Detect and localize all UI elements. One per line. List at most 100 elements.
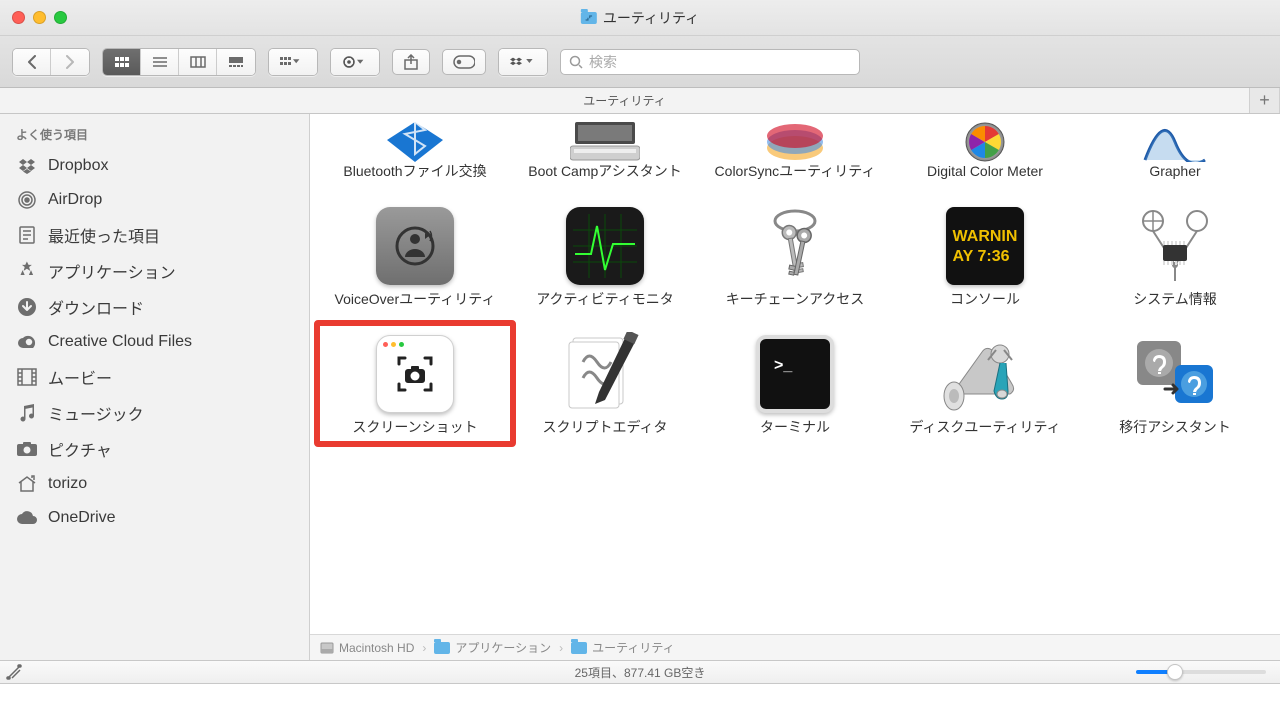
sidebar-item-applications[interactable]: アプリケーション (0, 253, 309, 289)
sidebar-item-airdrop[interactable]: AirDrop (0, 183, 309, 217)
icon-view-button[interactable] (103, 49, 141, 75)
window-title: ユーティリティ (581, 8, 699, 28)
app-icon (747, 118, 843, 162)
sidebar-item-label: Creative Cloud Files (48, 333, 192, 351)
music-icon (16, 402, 38, 424)
sidebar-item-dropbox[interactable]: Dropbox (0, 149, 309, 183)
app-label: 移行アシスタント (1117, 418, 1232, 436)
app-label: スクリーンショット (350, 418, 479, 436)
app-disk-utility[interactable]: ディスクユーティリティ (890, 326, 1080, 440)
tab-label: ユーティリティ (583, 92, 666, 109)
sidebar-item-music[interactable]: ミュージック (0, 395, 309, 431)
dropbox-icon (16, 155, 38, 177)
app-icon (367, 330, 463, 418)
pictures-icon (16, 438, 38, 460)
group-menu[interactable] (268, 48, 318, 76)
column-view-button[interactable] (179, 49, 217, 75)
close-button[interactable] (12, 11, 25, 24)
app-icon (1127, 118, 1223, 162)
sidebar-item-pictures[interactable]: ピクチャ (0, 431, 309, 467)
app-terminal[interactable]: >_ ターミナル (700, 326, 890, 440)
minimize-button[interactable] (33, 11, 46, 24)
app-label: Bluetoothファイル交換 (341, 162, 488, 180)
app-activity-monitor[interactable]: アクティビティモニタ (510, 198, 700, 312)
console-text: AY 7:36 (953, 248, 1010, 265)
path-label: Macintosh HD (339, 641, 414, 655)
search-field[interactable] (560, 49, 860, 75)
search-input[interactable] (589, 54, 851, 70)
tag-button[interactable] (442, 49, 486, 75)
zoom-button[interactable] (54, 11, 67, 24)
path-crumb-applications[interactable]: アプリケーション (434, 639, 551, 656)
sidebar-item-home[interactable]: torizo (0, 467, 309, 501)
app-label: Grapher (1147, 162, 1202, 180)
movies-icon (16, 366, 38, 388)
dropbox-menu[interactable] (498, 48, 548, 76)
applications-icon (16, 260, 38, 282)
sidebar-item-label: AirDrop (48, 191, 102, 209)
app-icon (937, 118, 1033, 162)
icon-size-slider[interactable] (1136, 670, 1266, 674)
app-bluetooth-file-exchange[interactable]: Bluetoothファイル交換 (320, 114, 510, 184)
app-label: Boot Campアシスタント (526, 162, 683, 180)
app-voiceover-utility[interactable]: VoiceOverユーティリティ (320, 198, 510, 312)
new-tab-button[interactable]: + (1250, 88, 1280, 113)
app-system-information[interactable]: システム情報 (1080, 198, 1270, 312)
app-bootcamp-assistant[interactable]: Boot Campアシスタント (510, 114, 700, 184)
view-buttons (102, 48, 256, 76)
app-icon: WARNIN AY 7:36 (937, 202, 1033, 290)
sidebar-item-recents[interactable]: 最近使った項目 (0, 217, 309, 253)
back-button[interactable] (13, 49, 51, 75)
recents-icon (16, 224, 38, 246)
app-label: コンソール (948, 290, 1022, 308)
app-keychain-access[interactable]: キーチェーンアクセス (700, 198, 890, 312)
sidebar-item-label: ミュージック (48, 401, 144, 425)
action-menu[interactable] (330, 48, 380, 76)
app-script-editor[interactable]: スクリプトエディタ (510, 326, 700, 440)
disk-icon (320, 641, 334, 655)
sidebar-item-label: ピクチャ (48, 437, 112, 461)
app-migration-assistant[interactable]: 移行アシスタント (1080, 326, 1270, 440)
app-icon (1127, 202, 1223, 290)
share-button[interactable] (392, 49, 430, 75)
folder-icon (434, 642, 450, 654)
app-label: ディスクユーティリティ (907, 418, 1062, 436)
app-label: VoiceOverユーティリティ (333, 290, 498, 308)
app-grapher[interactable]: Grapher (1080, 114, 1270, 184)
list-view-button[interactable] (141, 49, 179, 75)
sidebar-item-label: 最近使った項目 (48, 223, 160, 247)
app-icon (367, 202, 463, 290)
sidebar-item-downloads[interactable]: ダウンロード (0, 289, 309, 325)
gallery-view-button[interactable] (217, 49, 255, 75)
sidebar-item-label: OneDrive (48, 509, 116, 527)
content-area: Bluetoothファイル交換 Boot Campアシスタント ColorSyn… (310, 114, 1280, 660)
tab-utilities[interactable]: ユーティリティ (0, 88, 1250, 113)
path-crumb-disk[interactable]: Macintosh HD (320, 641, 414, 655)
tab-bar: ユーティリティ + (0, 88, 1280, 114)
app-icon (1127, 330, 1223, 418)
icon-grid: Bluetoothファイル交換 Boot Campアシスタント ColorSyn… (320, 114, 1270, 441)
app-icon: >_ (747, 330, 843, 418)
status-bar: 25項目、877.41 GB空き (0, 660, 1280, 684)
app-console[interactable]: WARNIN AY 7:36 コンソール (890, 198, 1080, 312)
sidebar-item-label: torizo (48, 475, 87, 493)
sidebar-item-movies[interactable]: ムービー (0, 359, 309, 395)
home-icon (16, 473, 38, 495)
path-crumb-utilities[interactable]: ユーティリティ (571, 639, 675, 656)
app-screenshot[interactable]: スクリーンショット (314, 320, 516, 446)
creative-cloud-icon (16, 331, 38, 353)
cloud-icon (16, 507, 38, 529)
nav-buttons (12, 48, 90, 76)
app-colorsync-utility[interactable]: ColorSyncユーティリティ (700, 114, 890, 184)
sidebar-item-onedrive[interactable]: OneDrive (0, 501, 309, 535)
app-label: キーチェーンアクセス (724, 290, 867, 308)
sidebar-item-creative-cloud[interactable]: Creative Cloud Files (0, 325, 309, 359)
app-label: アクティビティモニタ (534, 290, 676, 308)
forward-button[interactable] (51, 49, 89, 75)
window-title-text: ユーティリティ (603, 8, 699, 28)
app-digital-color-meter[interactable]: Digital Color Meter (890, 114, 1080, 184)
app-icon (747, 202, 843, 290)
titlebar: ユーティリティ (0, 0, 1280, 36)
path-label: アプリケーション (455, 639, 551, 656)
status-settings-icon[interactable] (0, 664, 28, 680)
